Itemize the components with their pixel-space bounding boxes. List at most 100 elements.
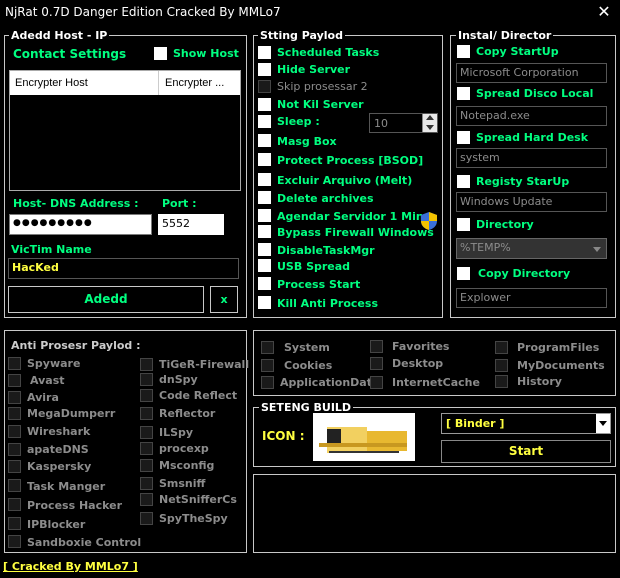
registry-startup-label: Registy StarUp — [476, 175, 570, 188]
anti-reflector-checkbox[interactable] — [140, 407, 153, 420]
anti-smsniff-checkbox[interactable] — [140, 477, 153, 490]
folder-programfiles-checkbox[interactable] — [495, 341, 508, 354]
not-kill-server-label: Not Kil Server — [277, 98, 364, 111]
anti-procexp-checkbox[interactable] — [140, 442, 153, 455]
stepper-arrows[interactable] — [422, 114, 437, 132]
icon-preview[interactable] — [313, 413, 415, 461]
schedule-server-label: Agendar Servidor 1 Min. — [277, 210, 428, 223]
scheduled-tasks-checkbox[interactable] — [258, 46, 271, 59]
anti-sandboxie-label: Sandboxie Control — [27, 536, 142, 549]
registry-startup-input[interactable]: Windows Update — [456, 192, 607, 212]
usb-spread-checkbox[interactable] — [258, 259, 271, 272]
anti-megadumper-label: MegaDumperr — [27, 407, 116, 420]
add-host-button[interactable]: Adedd — [8, 286, 204, 313]
chevron-down-icon[interactable] — [593, 247, 601, 252]
process-start-checkbox[interactable] — [258, 277, 271, 290]
melt-file-checkbox[interactable] — [258, 173, 271, 186]
port-input[interactable]: 5552 — [158, 214, 224, 235]
anti-wireshark-checkbox[interactable] — [8, 425, 21, 438]
anti-spythespy-checkbox[interactable] — [140, 512, 153, 525]
column-header-encrypter[interactable]: Encrypter ... — [165, 77, 224, 89]
anti-netsniffercs-label: NetSnifferCs — [159, 493, 237, 506]
schedule-server-checkbox[interactable] — [258, 209, 271, 222]
anti-avira-checkbox[interactable] — [8, 391, 21, 404]
up-arrow-icon[interactable] — [426, 115, 434, 120]
anti-netsniffercs-checkbox[interactable] — [140, 493, 153, 506]
sleep-stepper[interactable]: 10 — [369, 113, 438, 133]
bypass-firewall-checkbox[interactable] — [258, 225, 271, 238]
sleep-checkbox[interactable] — [258, 115, 271, 128]
folder-favorites-label: Favorites — [392, 340, 450, 353]
spread-hard-input[interactable]: system — [456, 148, 607, 168]
folder-cookies-checkbox[interactable] — [261, 359, 274, 372]
directory-checkbox[interactable] — [457, 218, 470, 231]
anti-msconfig-checkbox[interactable] — [140, 459, 153, 472]
kill-anti-process-checkbox[interactable] — [258, 296, 271, 309]
anti-reflector-label: Reflector — [159, 407, 216, 420]
victim-name-label: VicTim Name — [11, 243, 92, 256]
folder-history-checkbox[interactable] — [495, 375, 508, 388]
anti-ipblocker-checkbox[interactable] — [8, 517, 21, 530]
start-button[interactable]: Start — [441, 440, 611, 463]
anti-tiger-firewall-checkbox[interactable] — [140, 358, 153, 371]
anti-codereflect-checkbox[interactable] — [140, 389, 153, 402]
close-icon[interactable]: ✕ — [594, 2, 614, 22]
spread-disco-input[interactable]: Notepad.exe — [456, 106, 607, 126]
delete-archives-checkbox[interactable] — [258, 191, 271, 204]
folder-mydocuments-label: MyDocuments — [517, 359, 605, 372]
down-arrow-icon[interactable] — [426, 125, 434, 130]
remove-host-button[interactable]: x — [210, 286, 238, 313]
anti-processhacker-checkbox[interactable] — [8, 498, 21, 511]
anti-megadumper-checkbox[interactable] — [8, 407, 21, 420]
anti-avast-checkbox[interactable] — [8, 374, 21, 387]
folder-internetcache-checkbox[interactable] — [370, 376, 383, 389]
folder-favorites-checkbox[interactable] — [370, 340, 383, 353]
host-table[interactable]: Encrypter Host Encrypter ... — [9, 70, 241, 191]
show-host-label: Show Host — [173, 47, 239, 60]
folder-appdata-checkbox[interactable] — [261, 376, 274, 389]
hide-server-checkbox[interactable] — [258, 63, 271, 76]
anti-wireshark-label: Wireshark — [27, 425, 91, 438]
copy-startup-label: Copy StartUp — [476, 45, 559, 58]
protect-process-checkbox[interactable] — [258, 153, 271, 166]
hide-server-label: Hide Server — [277, 63, 351, 76]
disable-taskmgr-checkbox[interactable] — [258, 243, 271, 256]
host-table-header: Encrypter Host Encrypter ... — [10, 71, 240, 95]
directory-select[interactable]: %TEMP% — [456, 238, 607, 259]
anti-avira-label: Avira — [27, 391, 59, 404]
payload-legend: Stting Paylod — [258, 29, 345, 42]
not-kill-server-checkbox[interactable] — [258, 98, 271, 111]
column-header-host[interactable]: Encrypter Host — [15, 77, 88, 89]
registry-startup-checkbox[interactable] — [457, 175, 470, 188]
binder-select[interactable]: [ Binder ] — [441, 413, 611, 434]
anti-apatedns-checkbox[interactable] — [8, 443, 21, 456]
copy-startup-checkbox[interactable] — [457, 45, 470, 58]
cracked-by-link[interactable]: [ Cracked By MMLo7 ] — [3, 560, 138, 573]
dns-address-input[interactable]: ●●●●●●●●● — [9, 214, 152, 235]
spread-disco-checkbox[interactable] — [457, 87, 470, 100]
anti-dnspy-checkbox[interactable] — [140, 373, 153, 386]
log-box[interactable] — [253, 474, 616, 553]
port-label: Port : — [162, 197, 197, 210]
anti-sandboxie-checkbox[interactable] — [8, 535, 21, 548]
message-box-checkbox[interactable] — [258, 134, 271, 147]
anti-kaspersky-checkbox[interactable] — [8, 460, 21, 473]
folder-desktop-checkbox[interactable] — [370, 357, 383, 370]
anti-ilspy-checkbox[interactable] — [140, 426, 153, 439]
process-start-label: Process Start — [277, 278, 361, 291]
anti-taskmanager-checkbox[interactable] — [8, 479, 21, 492]
anti-ipblocker-label: IPBlocker — [27, 518, 86, 531]
skip-processor-checkbox[interactable] — [258, 80, 271, 93]
victim-name-input[interactable]: HacKed — [8, 258, 239, 279]
show-host-checkbox[interactable] — [154, 47, 167, 60]
icon-image — [313, 413, 415, 461]
folder-system-checkbox[interactable] — [261, 341, 274, 354]
copy-directory-checkbox[interactable] — [457, 267, 470, 280]
copy-directory-input[interactable]: Explower — [456, 288, 607, 308]
message-box-label: Masg Box — [277, 135, 337, 148]
copy-startup-input[interactable]: Microsoft Corporation — [456, 63, 607, 83]
folder-mydocuments-checkbox[interactable] — [495, 359, 508, 372]
anti-spyware-checkbox[interactable] — [8, 357, 21, 370]
spread-hard-checkbox[interactable] — [457, 131, 470, 144]
binder-dropdown-button[interactable] — [596, 414, 610, 433]
